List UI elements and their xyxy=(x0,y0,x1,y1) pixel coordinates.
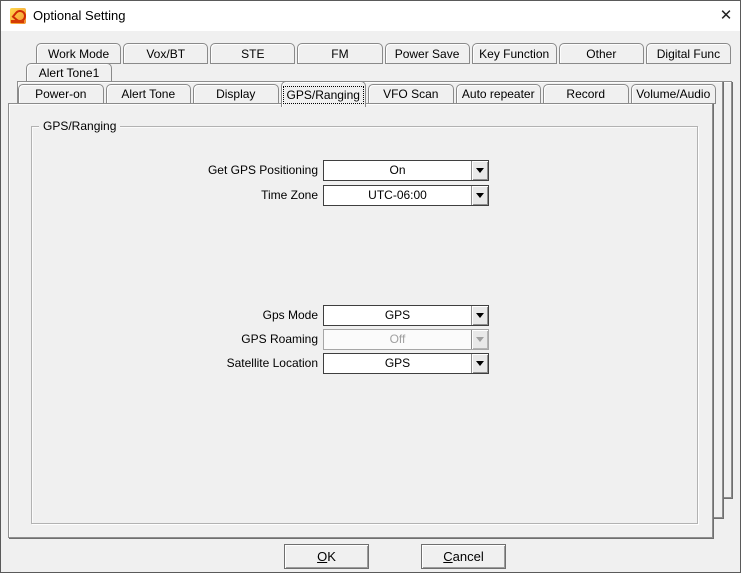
gps-roaming-label: GPS Roaming xyxy=(241,332,318,346)
tab-gps-ranging[interactable]: GPS/Ranging xyxy=(280,81,366,107)
tab-label: Auto repeater xyxy=(461,87,535,101)
combo-arrow-glyph xyxy=(476,337,484,342)
tab-label: Alert Tone1 xyxy=(38,65,100,80)
tab-fm[interactable]: FM xyxy=(297,43,383,64)
tab-label: Digital Func xyxy=(656,46,721,61)
combo-arrow-glyph xyxy=(476,361,484,366)
satellite-location-dropdown[interactable]: GPS xyxy=(323,353,489,374)
tab-label: Power Save xyxy=(394,46,460,61)
tab-row-1: Work Mode Vox/BT STE FM Power Save Key Functi… xyxy=(36,43,731,64)
tab-label: Volume/Audio xyxy=(636,87,711,101)
tab-row-3: Power-on Alert Tone Display GPS/Ranging VFO … xyxy=(18,81,716,107)
chevron-down-icon xyxy=(471,330,488,349)
tab-label: Display xyxy=(216,87,256,101)
field-row-get-gps-positioning: Get GPS Positioning On xyxy=(1,160,740,181)
get-gps-positioning-dropdown[interactable]: On xyxy=(323,160,489,181)
gps-roaming-value: Off xyxy=(389,332,406,346)
tab-alert-tone1[interactable]: Alert Tone1 xyxy=(26,63,112,82)
chevron-down-icon[interactable] xyxy=(471,161,488,180)
combo-arrow-glyph xyxy=(476,313,484,318)
tab-vox-bt[interactable]: Vox/BT xyxy=(123,43,209,64)
tab-auto-repeater[interactable]: Auto repeater xyxy=(455,84,541,104)
satellite-location-value: GPS xyxy=(384,356,411,370)
close-icon[interactable]: ✕ xyxy=(711,1,740,31)
tab-alert-tone[interactable]: Alert Tone xyxy=(105,84,191,104)
tab-label: Vox/BT xyxy=(146,46,186,61)
tab-key-function[interactable]: Key Function xyxy=(471,43,557,64)
tab-row-2: Alert Tone1 xyxy=(26,63,112,82)
tab-volume-audio[interactable]: Volume/Audio xyxy=(630,84,716,104)
tab-label: STE xyxy=(241,46,265,61)
gps-mode-label: Gps Mode xyxy=(262,308,318,322)
field-row-gps-roaming: GPS Roaming Off xyxy=(1,329,740,350)
optional-setting-dialog: Optional Setting ✕ Work Mode Vox/BT STE FM P… xyxy=(0,0,741,573)
radio-app-icon xyxy=(10,8,26,24)
gps-mode-dropdown[interactable]: GPS xyxy=(323,305,489,326)
tab-label: Alert Tone xyxy=(121,87,176,101)
time-zone-label: Time Zone xyxy=(261,188,318,202)
tab-record[interactable]: Record xyxy=(543,84,629,104)
ok-button[interactable]: OK xyxy=(284,544,369,569)
tab-label: Record xyxy=(566,87,606,101)
field-row-satellite-location: Satellite Location GPS xyxy=(1,353,740,374)
satellite-location-label: Satellite Location xyxy=(226,356,318,370)
tab-label: GPS/Ranging xyxy=(282,85,364,104)
tab-label: Work Mode xyxy=(47,46,110,61)
combo-arrow-glyph xyxy=(476,193,484,198)
tab-power-save[interactable]: Power Save xyxy=(384,43,470,64)
title-bar: Optional Setting ✕ xyxy=(1,1,740,31)
tab-label: Key Function xyxy=(479,46,550,61)
tab-label: VFO Scan xyxy=(383,87,439,101)
tab-display[interactable]: Display xyxy=(193,84,279,104)
field-row-time-zone: Time Zone UTC-06:00 xyxy=(1,185,740,206)
tab-label: Power-on xyxy=(35,87,87,101)
tab-power-on[interactable]: Power-on xyxy=(18,84,104,104)
cancel-button[interactable]: Cancel xyxy=(421,544,506,569)
field-row-gps-mode: Gps Mode GPS xyxy=(1,305,740,326)
groupbox-title: GPS/Ranging xyxy=(39,119,121,133)
time-zone-dropdown[interactable]: UTC-06:00 xyxy=(323,185,489,206)
tab-other[interactable]: Other xyxy=(558,43,644,64)
tab-vfo-scan[interactable]: VFO Scan xyxy=(368,84,454,104)
combo-arrow-glyph xyxy=(476,168,484,173)
get-gps-positioning-label: Get GPS Positioning xyxy=(207,163,318,177)
tab-label: Other xyxy=(586,46,617,61)
chevron-down-icon[interactable] xyxy=(471,354,488,373)
tab-label: FM xyxy=(331,46,349,61)
time-zone-value: UTC-06:00 xyxy=(368,188,427,202)
gps-roaming-dropdown: Off xyxy=(323,329,489,350)
gps-mode-value: GPS xyxy=(384,308,411,322)
chevron-down-icon[interactable] xyxy=(471,306,488,325)
get-gps-positioning-value: On xyxy=(389,163,406,177)
tab-work-mode[interactable]: Work Mode xyxy=(36,43,122,64)
tab-digital-func[interactable]: Digital Func xyxy=(645,43,731,64)
tab-ste[interactable]: STE xyxy=(210,43,296,64)
window-title: Optional Setting xyxy=(33,8,126,23)
chevron-down-icon[interactable] xyxy=(471,186,488,205)
